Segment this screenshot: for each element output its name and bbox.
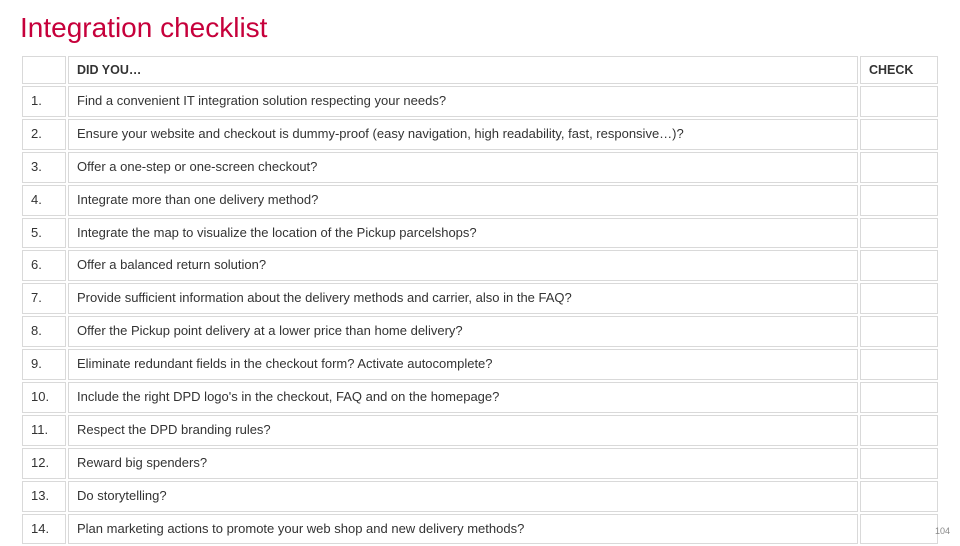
row-question: Integrate more than one delivery method? (68, 185, 858, 216)
table-header-row: DID YOU… CHECK (22, 56, 938, 84)
table-row: 13.Do storytelling? (22, 481, 938, 512)
row-number: 6. (22, 250, 66, 281)
row-number: 11. (22, 415, 66, 446)
row-question: Eliminate redundant fields in the checko… (68, 349, 858, 380)
row-check-cell (860, 415, 938, 446)
row-check-cell (860, 218, 938, 249)
table-row: 6.Offer a balanced return solution? (22, 250, 938, 281)
row-number: 12. (22, 448, 66, 479)
row-check-cell (860, 481, 938, 512)
row-check-cell (860, 152, 938, 183)
table-row: 2.Ensure your website and checkout is du… (22, 119, 938, 150)
row-number: 7. (22, 283, 66, 314)
row-question: Integrate the map to visualize the locat… (68, 218, 858, 249)
row-question: Offer the Pickup point delivery at a low… (68, 316, 858, 347)
table-row: 9.Eliminate redundant fields in the chec… (22, 349, 938, 380)
row-check-cell (860, 185, 938, 216)
row-number: 8. (22, 316, 66, 347)
table-row: 4.Integrate more than one delivery metho… (22, 185, 938, 216)
table-row: 12.Reward big spenders? (22, 448, 938, 479)
row-number: 9. (22, 349, 66, 380)
row-number: 5. (22, 218, 66, 249)
col-question-header: DID YOU… (68, 56, 858, 84)
row-number: 4. (22, 185, 66, 216)
col-number-header (22, 56, 66, 84)
table-row: 5.Integrate the map to visualize the loc… (22, 218, 938, 249)
table-row: 8.Offer the Pickup point delivery at a l… (22, 316, 938, 347)
row-question: Offer a balanced return solution? (68, 250, 858, 281)
row-check-cell (860, 382, 938, 413)
row-number: 13. (22, 481, 66, 512)
row-question: Reward big spenders? (68, 448, 858, 479)
table-row: 3.Offer a one-step or one-screen checkou… (22, 152, 938, 183)
slide: Integration checklist DID YOU… CHECK 1.F… (0, 0, 960, 540)
col-check-header: CHECK (860, 56, 938, 84)
row-question: Respect the DPD branding rules? (68, 415, 858, 446)
row-question: Include the right DPD logo's in the chec… (68, 382, 858, 413)
checklist-table: DID YOU… CHECK 1.Find a convenient IT in… (20, 54, 940, 546)
row-question: Offer a one-step or one-screen checkout? (68, 152, 858, 183)
row-question: Find a convenient IT integration solutio… (68, 86, 858, 117)
row-question: Do storytelling? (68, 481, 858, 512)
page-number: 104 (935, 526, 950, 536)
row-number: 10. (22, 382, 66, 413)
row-check-cell (860, 86, 938, 117)
row-check-cell (860, 283, 938, 314)
row-check-cell (860, 316, 938, 347)
table-row: 1.Find a convenient IT integration solut… (22, 86, 938, 117)
row-check-cell (860, 250, 938, 281)
table-row: 11.Respect the DPD branding rules? (22, 415, 938, 446)
page-title: Integration checklist (20, 12, 940, 44)
table-row: 7.Provide sufficient information about t… (22, 283, 938, 314)
row-number: 2. (22, 119, 66, 150)
row-question: Ensure your website and checkout is dumm… (68, 119, 858, 150)
row-number: 1. (22, 86, 66, 117)
row-number: 3. (22, 152, 66, 183)
row-check-cell (860, 119, 938, 150)
row-check-cell (860, 349, 938, 380)
row-check-cell (860, 448, 938, 479)
table-row: 10.Include the right DPD logo's in the c… (22, 382, 938, 413)
row-question: Provide sufficient information about the… (68, 283, 858, 314)
